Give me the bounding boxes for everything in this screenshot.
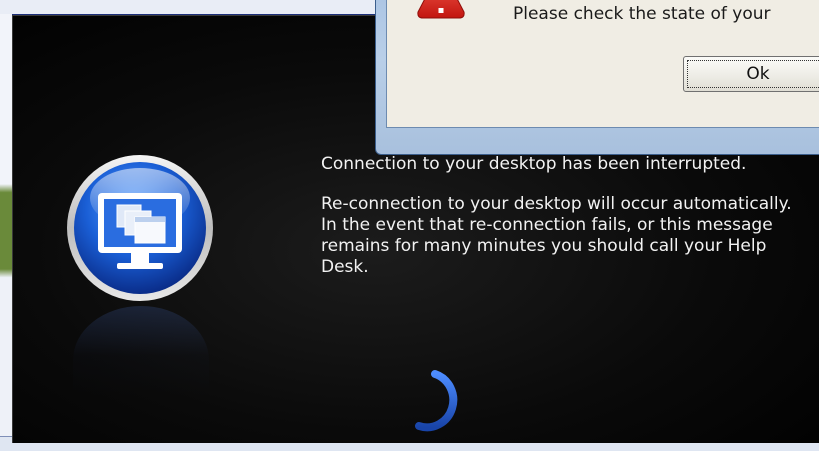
reconnect-message: Connection to your desktop has been inte… (321, 154, 811, 297)
ok-button-label: Ok (746, 64, 770, 84)
ok-button[interactable]: Ok (683, 56, 819, 92)
warning-message: Please check the state of your (513, 4, 771, 24)
interrupted-message: Connection to your desktop has been inte… (321, 154, 747, 174)
warning-dialog: Please check the state of your Ok (375, 0, 819, 155)
background-left-strip (0, 14, 12, 439)
warning-icon (417, 0, 465, 20)
screen: Connection to your desktop has been inte… (0, 0, 819, 451)
help-desk-message: Re-connection to your desktop will occur… (321, 194, 792, 277)
warning-dialog-body: Please check the state of your Ok (386, 0, 819, 128)
loading-spinner-icon (405, 368, 463, 434)
monitor-windows-icon (65, 153, 215, 303)
monitor-icon-reflection (73, 306, 209, 396)
